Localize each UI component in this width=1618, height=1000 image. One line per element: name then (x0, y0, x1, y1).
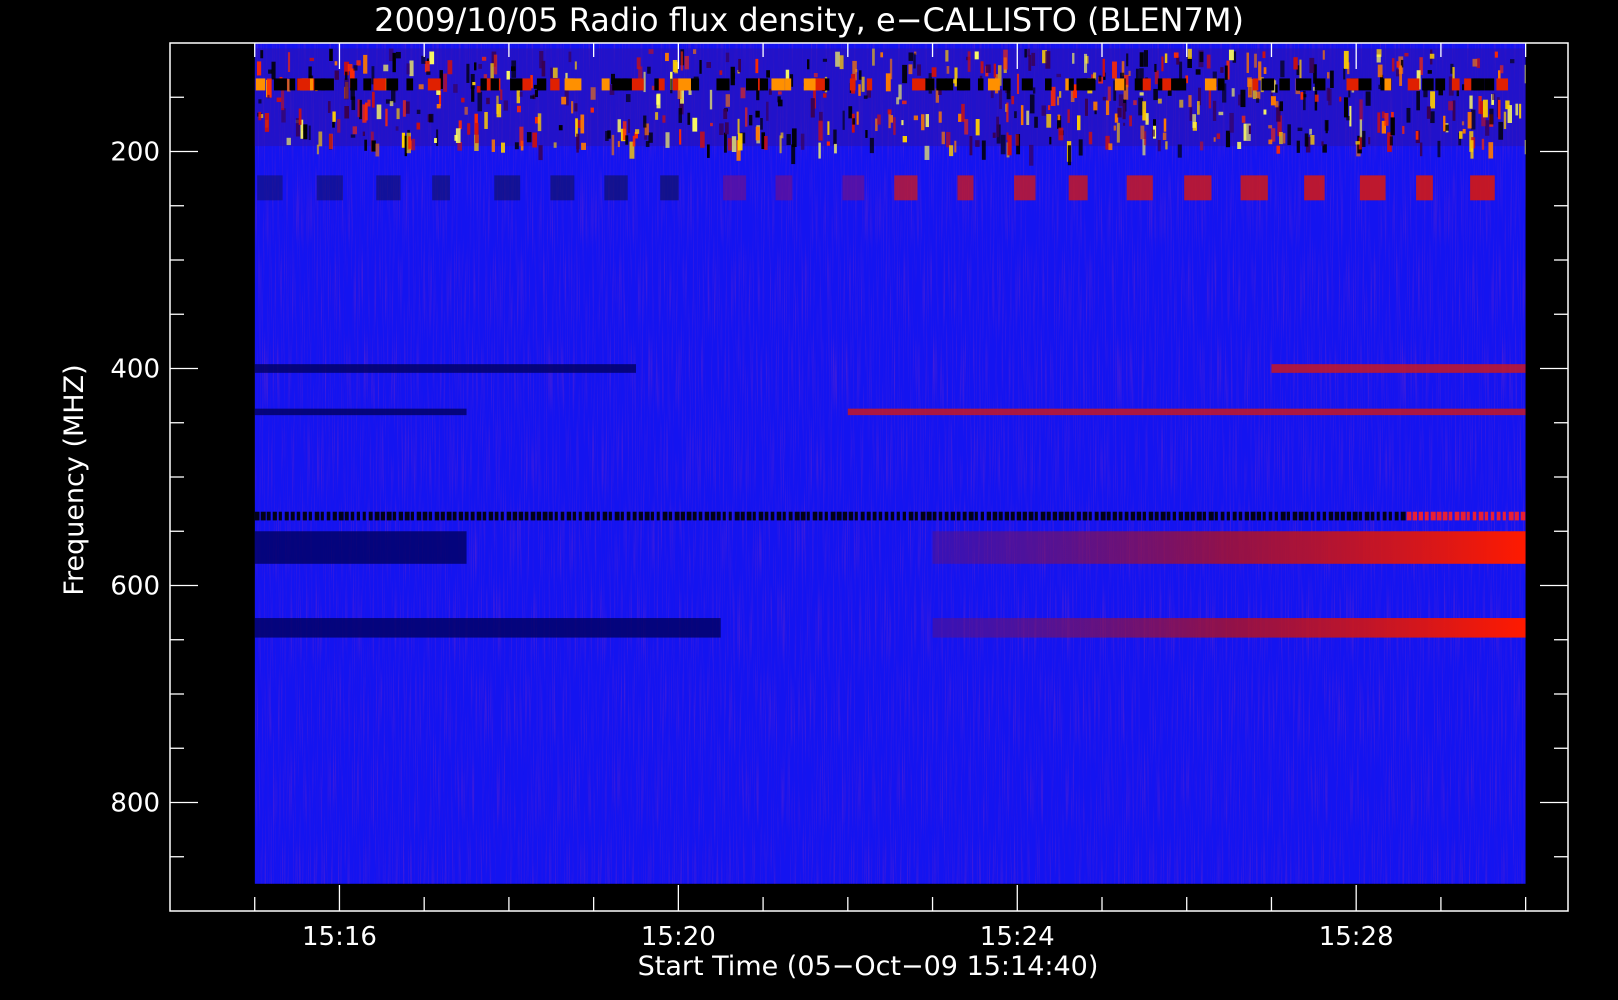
x-tick-label: 15:16 (302, 922, 377, 952)
heatmap-feature (847, 408, 1526, 416)
heatmap-feature (254, 364, 636, 373)
x-axis-label: Start Time (05−Oct−09 15:14:40) (638, 951, 1099, 982)
heatmap-feature (254, 408, 467, 416)
y-axis-label: Frequency (MHZ) (59, 364, 90, 595)
heatmap-feature (254, 618, 721, 638)
spectrogram-chart: 2009/10/05 Radio flux density, e−CALLIST… (59, 1, 1569, 982)
x-tick-label: 15:20 (641, 922, 716, 952)
y-tick-label: 200 (110, 138, 160, 168)
x-tick-label: 15:24 (980, 922, 1055, 952)
heatmap-feature (254, 531, 467, 564)
chart-title: 2009/10/05 Radio flux density, e−CALLIST… (374, 1, 1244, 39)
y-tick-label: 400 (110, 355, 160, 385)
heatmap-feature (932, 531, 1526, 564)
y-tick-label: 600 (110, 572, 160, 602)
y-tick-label: 800 (110, 789, 160, 819)
x-tick-label: 15:28 (1319, 922, 1394, 952)
spectrogram-image (254, 43, 1526, 884)
heatmap-feature (932, 618, 1526, 638)
heatmap-feature (1271, 364, 1526, 373)
heatmap-noise (254, 43, 1526, 884)
